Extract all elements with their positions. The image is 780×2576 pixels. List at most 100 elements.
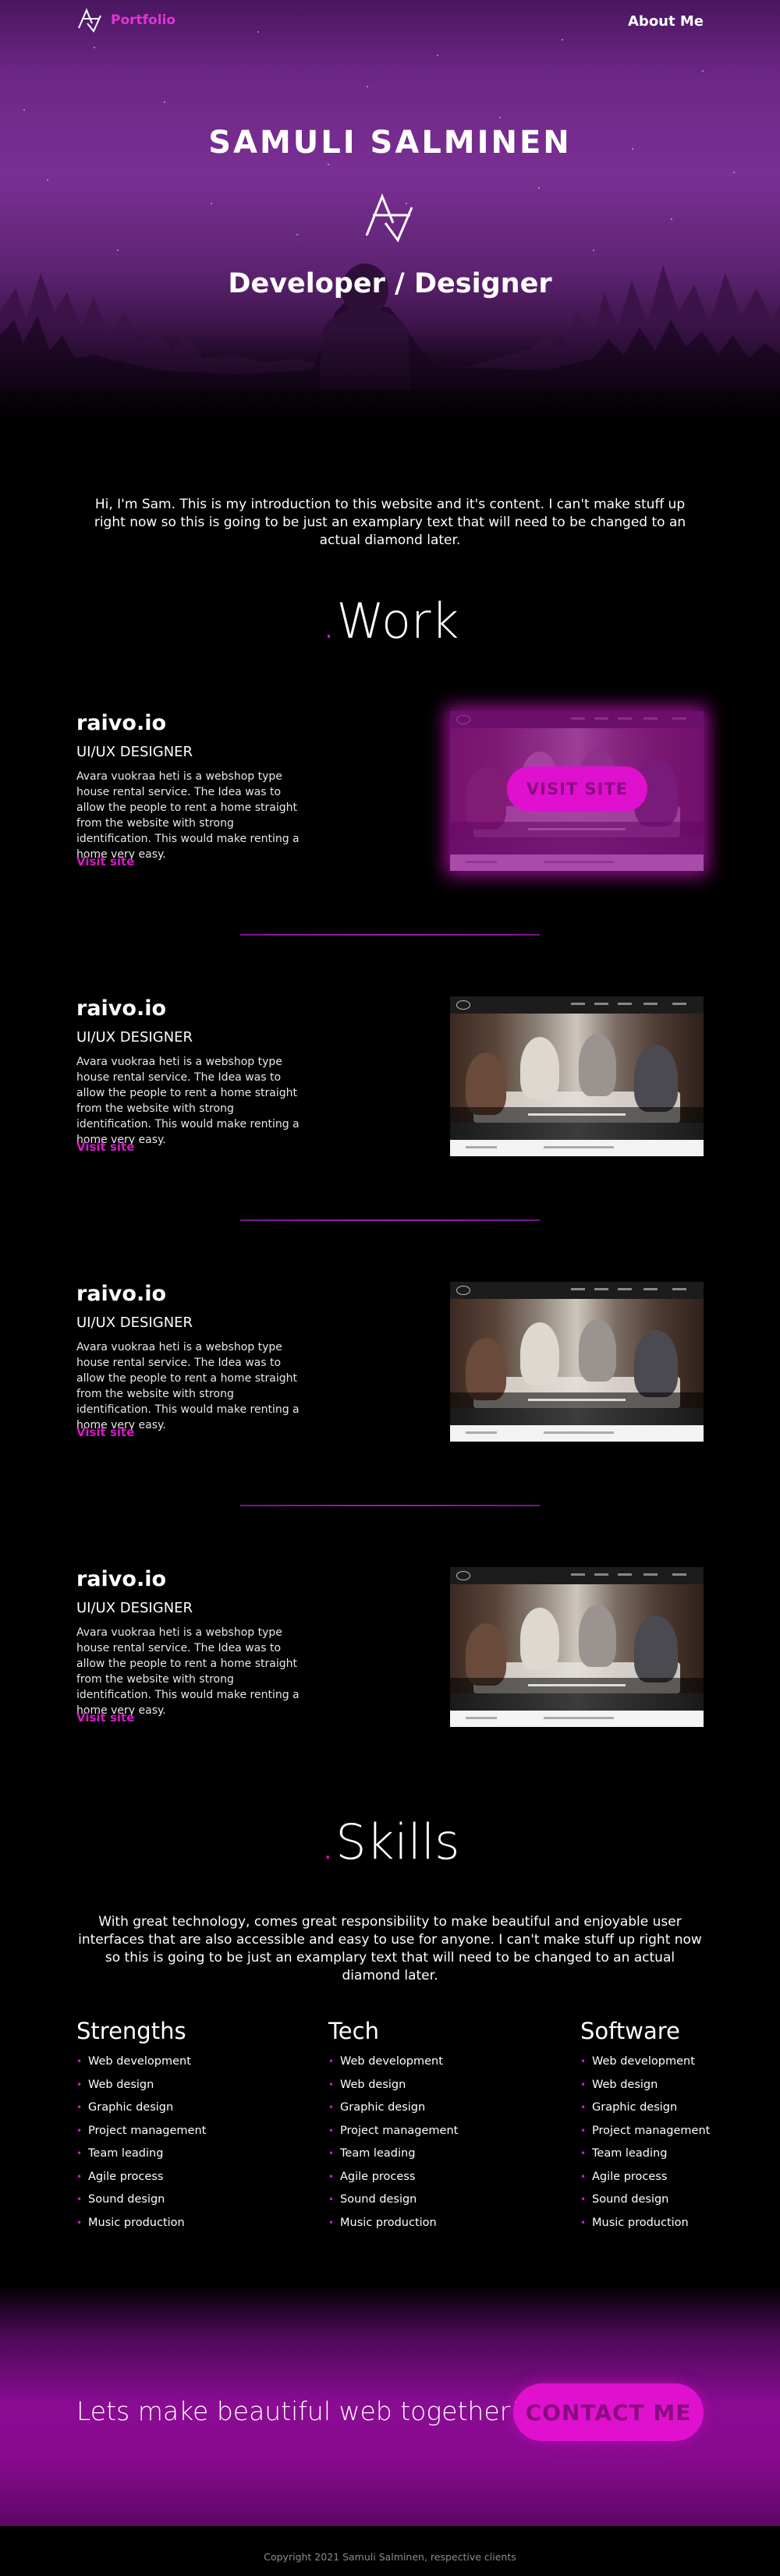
star-dot [328,164,329,165]
contact-me-button[interactable]: CONTACT ME [513,2383,704,2441]
star-dot [211,203,212,204]
bullet-icon: • [76,2148,83,2159]
work-item: raivo.io UI/UX DESIGNER Avara vuokraa heti… [76,1567,704,1731]
skill-list-item: • Team leading [328,2146,500,2169]
screenshot-navbar [450,1282,704,1299]
skill-label: Web development [340,2055,443,2068]
screenshot-photo [450,1584,704,1693]
skill-label: Agile process [340,2170,416,2183]
visit-site-link[interactable]: Visit site [76,1711,134,1725]
bullet-icon: • [328,2079,335,2090]
visit-site-button[interactable]: VISIT SITE [507,766,647,812]
screenshot-menu-item [571,1288,585,1290]
skill-list-item: • Graphic design [76,2100,248,2123]
skill-label: Team leading [88,2147,164,2160]
skill-list-item: • Project management [580,2123,752,2146]
bullet-icon: • [328,2194,335,2205]
work-role: UI/UX DESIGNER [76,1029,193,1046]
bullet-icon: • [76,2171,83,2182]
star-dot [538,187,540,189]
skill-list-item: • Music production [580,2215,752,2238]
screenshot-strip [450,1408,704,1425]
project-screenshot[interactable]: VISIT SITE [450,711,704,871]
section-divider [240,934,540,936]
skill-label: Web development [592,2055,695,2068]
screenshot-person [466,1623,506,1686]
star-dot [164,101,165,103]
screenshot-menu-item [571,1573,585,1576]
skill-list-item: • Agile process [76,2169,248,2192]
bullet-icon: • [328,2102,335,2113]
work-title: raivo.io [76,711,167,735]
skill-label: Music production [340,2216,437,2229]
skill-column-heading: Strengths [76,2018,186,2044]
screenshot-person [520,1608,559,1670]
section-divider [240,1505,540,1506]
skill-list-item: • Project management [328,2123,500,2146]
skill-label: Web design [340,2078,406,2091]
screenshot-person [520,1037,559,1099]
footer-copyright: Copyright 2021 Samuli Salminen, respecti… [264,2551,516,2563]
visit-site-link[interactable]: Visit site [76,1140,134,1154]
skill-label: Project management [340,2124,459,2137]
skill-list-item: • Agile process [580,2169,752,2192]
skill-list-item: • Web design [328,2077,500,2100]
title-accent-dot: . [320,1813,336,1870]
title-accent-dot: . [321,593,337,649]
work-item: raivo.io UI/UX DESIGNER Avara vuokraa heti… [76,711,704,875]
screenshot-caption-line [528,1399,626,1401]
nav-logo-link[interactable]: Portfolio [76,8,176,33]
star-dot [94,47,95,48]
nav-logo-text: Portfolio [111,12,176,28]
work-role: UI/UX DESIGNER [76,1600,193,1616]
skill-list-item: • Sound design [76,2192,248,2215]
contact-cta-section: Lets make beautiful web together! CONTAC… [0,2284,780,2526]
screenshot-menu-item [594,1573,608,1576]
hero-section: Portfolio About Me SAMULI SALMINEN Devel… [0,0,780,437]
screenshot-menu-item [618,1003,632,1005]
screenshot-footer-bit [544,1717,614,1719]
project-screenshot[interactable] [450,1567,704,1727]
screenshot-person [466,1338,506,1400]
visit-site-link[interactable]: Visit site [76,855,134,869]
skill-list-item: • Graphic design [328,2100,500,2123]
bullet-icon: • [328,2125,335,2136]
bullet-icon: • [76,2125,83,2136]
project-screenshot[interactable] [450,1282,704,1442]
skill-label: Sound design [592,2193,669,2206]
screenshot-person [579,1319,616,1382]
bullet-icon: • [328,2171,335,2182]
skill-list-item: • Agile process [328,2169,500,2192]
screenshot-footer-bit [466,1146,497,1148]
footer: Copyright 2021 Samuli Salminen, respecti… [0,2526,780,2576]
skill-list-item: • Graphic design [580,2100,752,2123]
skill-column: Software • Web development • Web design • Grap… [580,2018,752,2238]
work-title: raivo.io [76,996,167,1021]
bullet-icon: • [328,2217,335,2228]
screenshot-caption-line [528,1113,626,1116]
screenshot-logo [456,1000,470,1010]
skill-label: Web design [592,2078,658,2091]
screenshot-menu-item [644,1003,658,1005]
screenshot-caption [450,1107,704,1123]
skill-list: • Web development • Web design • Graphic desi… [328,2054,500,2238]
skill-list-item: • Team leading [76,2146,248,2169]
star-dot [23,109,25,111]
screenshot-logo [456,1571,470,1580]
bullet-icon: • [76,2217,83,2228]
skill-label: Graphic design [592,2101,678,2114]
nav-about-link[interactable]: About Me [628,13,704,30]
bullet-icon: • [580,2148,587,2159]
av-monogram-icon [78,8,101,33]
visit-site-link[interactable]: Visit site [76,1425,134,1439]
project-screenshot[interactable] [450,996,704,1156]
hero-role: Developer / Designer [228,268,552,299]
screenshot-person [466,1053,506,1115]
skills-intro-text: With great technology, comes great respo… [78,1914,702,1983]
bullet-icon: • [328,2056,335,2067]
screenshot-footer [450,1711,704,1727]
screenshot-person [520,1322,559,1385]
screenshot-menu-item [618,1288,632,1290]
screenshot-menu-item [672,1288,686,1290]
screenshot-footer-bit [466,1717,497,1719]
